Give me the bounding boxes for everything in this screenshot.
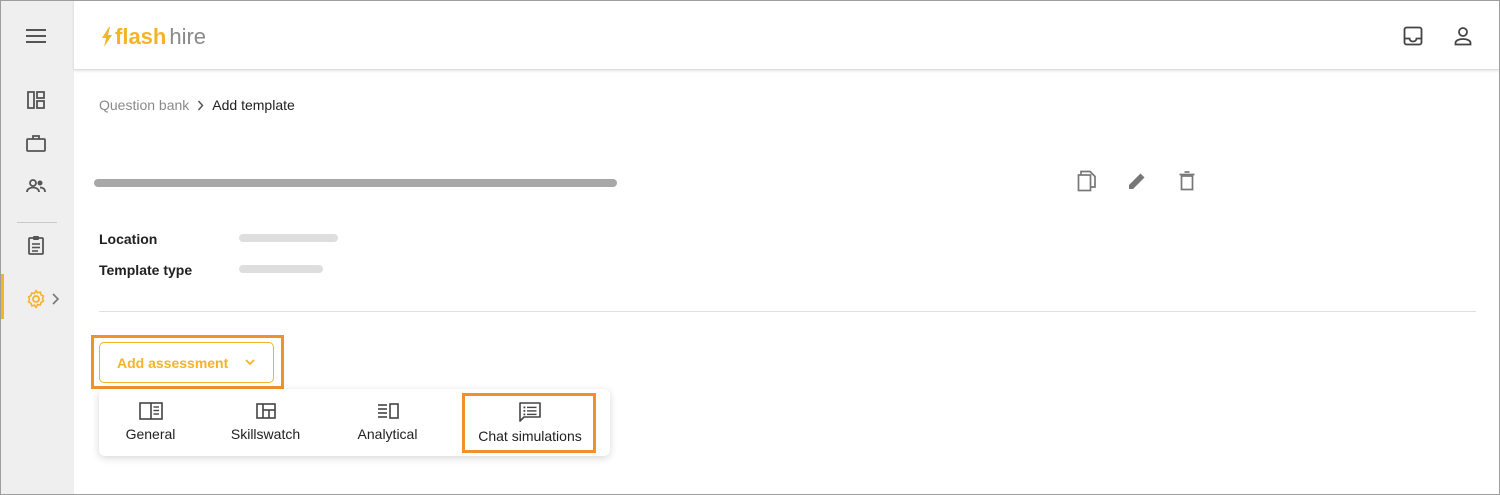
brand-name-hire: hire xyxy=(169,24,207,49)
menu-label-analytical: Analytical xyxy=(357,426,418,442)
dashboard-icon[interactable] xyxy=(21,85,51,115)
account-icon[interactable] xyxy=(1450,23,1476,49)
settings-gear-icon[interactable] xyxy=(21,284,51,314)
breadcrumb-question-bank[interactable]: Question bank xyxy=(99,97,189,113)
chevron-right-icon[interactable] xyxy=(51,292,60,310)
hamburger-menu-icon[interactable] xyxy=(21,21,51,51)
bolt-icon xyxy=(102,27,112,47)
menu-label-general: General xyxy=(125,426,176,442)
section-divider xyxy=(99,311,1476,312)
briefcase-icon[interactable] xyxy=(21,128,51,158)
add-assessment-label: Add assessment xyxy=(117,354,229,371)
top-app-bar: flash hire xyxy=(74,1,1499,70)
clipboard-icon[interactable] xyxy=(21,230,51,260)
brand-name-flash: flash xyxy=(115,24,167,49)
template-type-value-placeholder xyxy=(239,265,323,273)
sidebar xyxy=(1,1,74,494)
copy-icon[interactable] xyxy=(1074,168,1100,194)
template-title-placeholder xyxy=(94,179,617,187)
chevron-down-icon xyxy=(245,359,255,366)
menu-item-skillswatch[interactable]: Skillswatch xyxy=(214,389,317,456)
template-type-label: Template type xyxy=(99,262,193,278)
menu-item-general[interactable]: General xyxy=(99,389,202,456)
general-icon xyxy=(138,402,163,420)
add-assessment-button[interactable]: Add assessment xyxy=(99,342,274,383)
menu-label-skillswatch: Skillswatch xyxy=(230,426,301,442)
breadcrumb-current: Add template xyxy=(212,97,295,113)
menu-item-analytical[interactable]: Analytical xyxy=(336,389,439,456)
app-window: flash hire Question bank Add template Lo… xyxy=(0,0,1500,495)
skillswatch-icon xyxy=(255,403,276,419)
active-indicator xyxy=(1,274,4,319)
breadcrumb: Question bank Add template xyxy=(99,97,295,113)
chevron-right-icon xyxy=(197,100,204,111)
chat-simulations-highlight xyxy=(462,393,596,453)
delete-trash-icon[interactable] xyxy=(1174,168,1200,194)
location-value-placeholder xyxy=(239,234,338,242)
inbox-icon[interactable] xyxy=(1400,23,1426,49)
location-label: Location xyxy=(99,231,158,247)
analytical-icon xyxy=(377,403,399,419)
people-icon[interactable] xyxy=(21,171,51,201)
brand-logo[interactable]: flash hire xyxy=(101,23,206,51)
edit-pencil-icon[interactable] xyxy=(1124,168,1150,194)
sidebar-divider xyxy=(17,222,57,223)
